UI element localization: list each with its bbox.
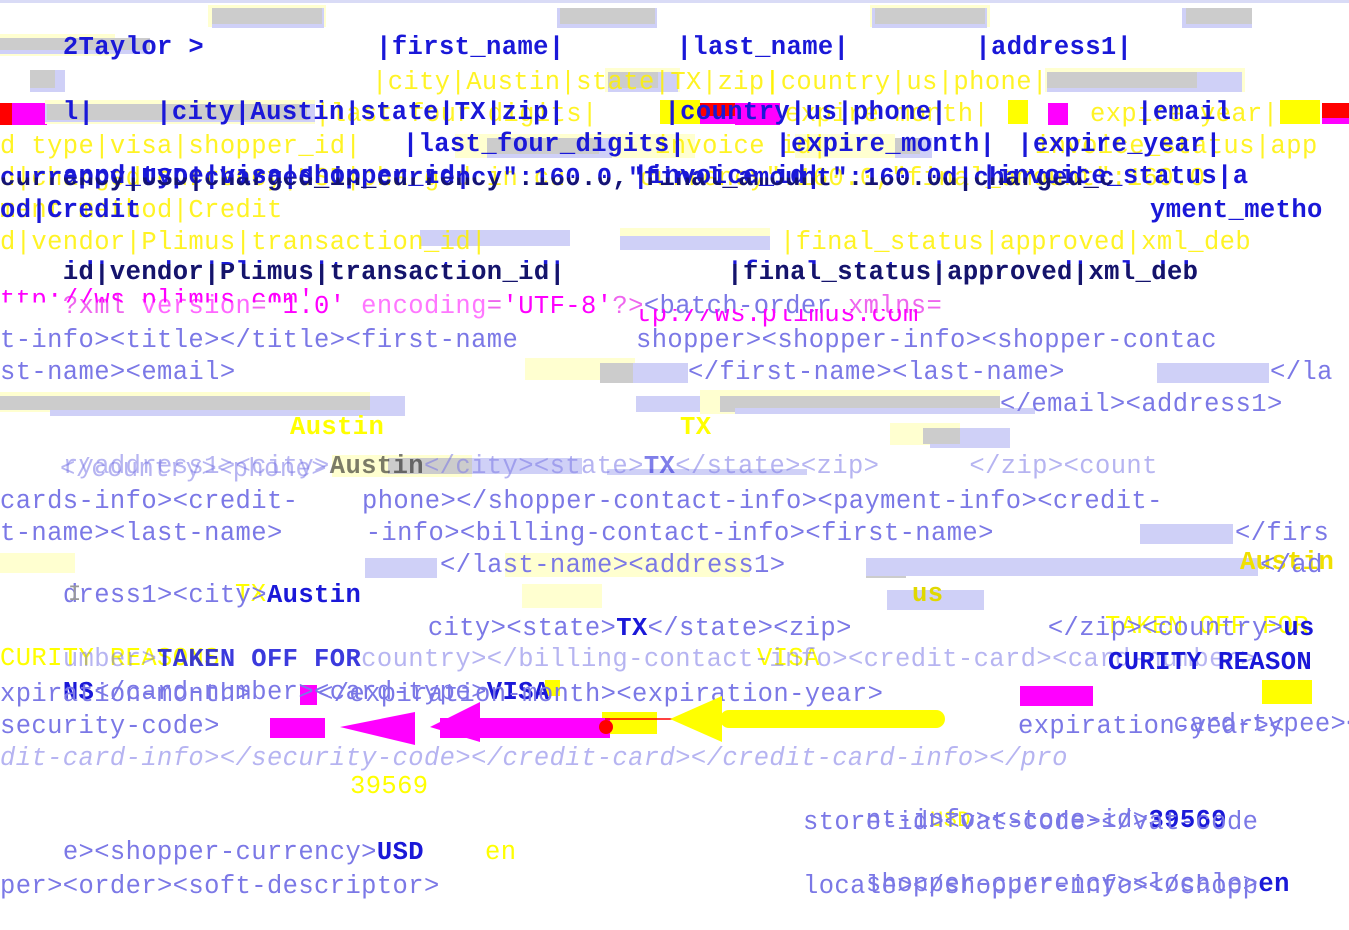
yellow-arrow-icon [670,696,945,742]
annotation-arrows [340,696,945,745]
magenta-arrow-icon [340,702,613,745]
